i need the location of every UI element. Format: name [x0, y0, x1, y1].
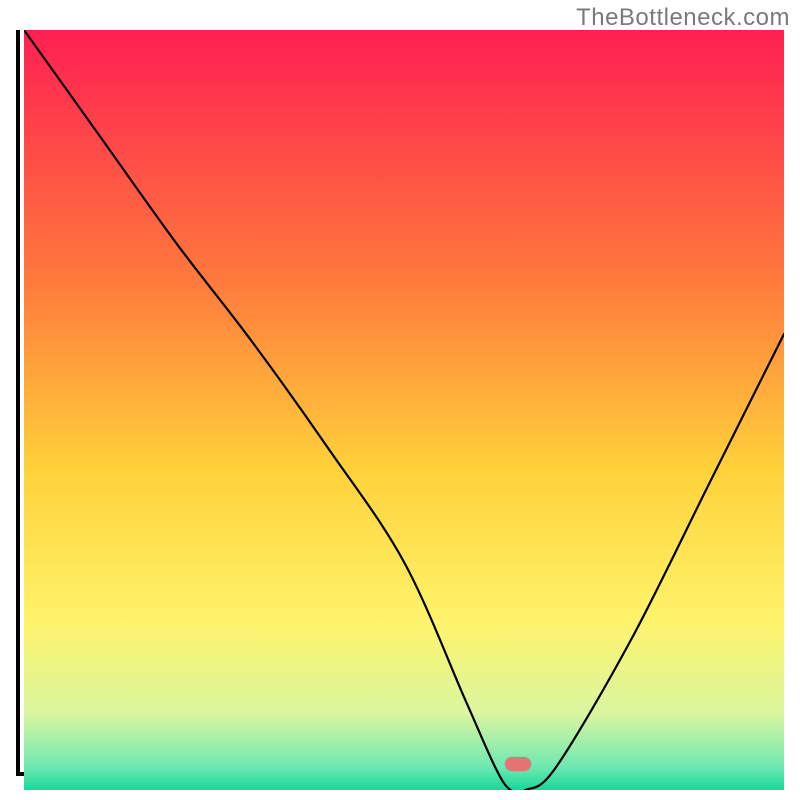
plot-area	[16, 30, 784, 776]
background-gradient	[24, 30, 784, 790]
optimal-marker	[505, 757, 531, 771]
gradient-rect	[24, 30, 784, 790]
watermark-text: TheBottleneck.com	[576, 4, 790, 32]
chart-wrapper: TheBottleneck.com	[0, 0, 800, 800]
